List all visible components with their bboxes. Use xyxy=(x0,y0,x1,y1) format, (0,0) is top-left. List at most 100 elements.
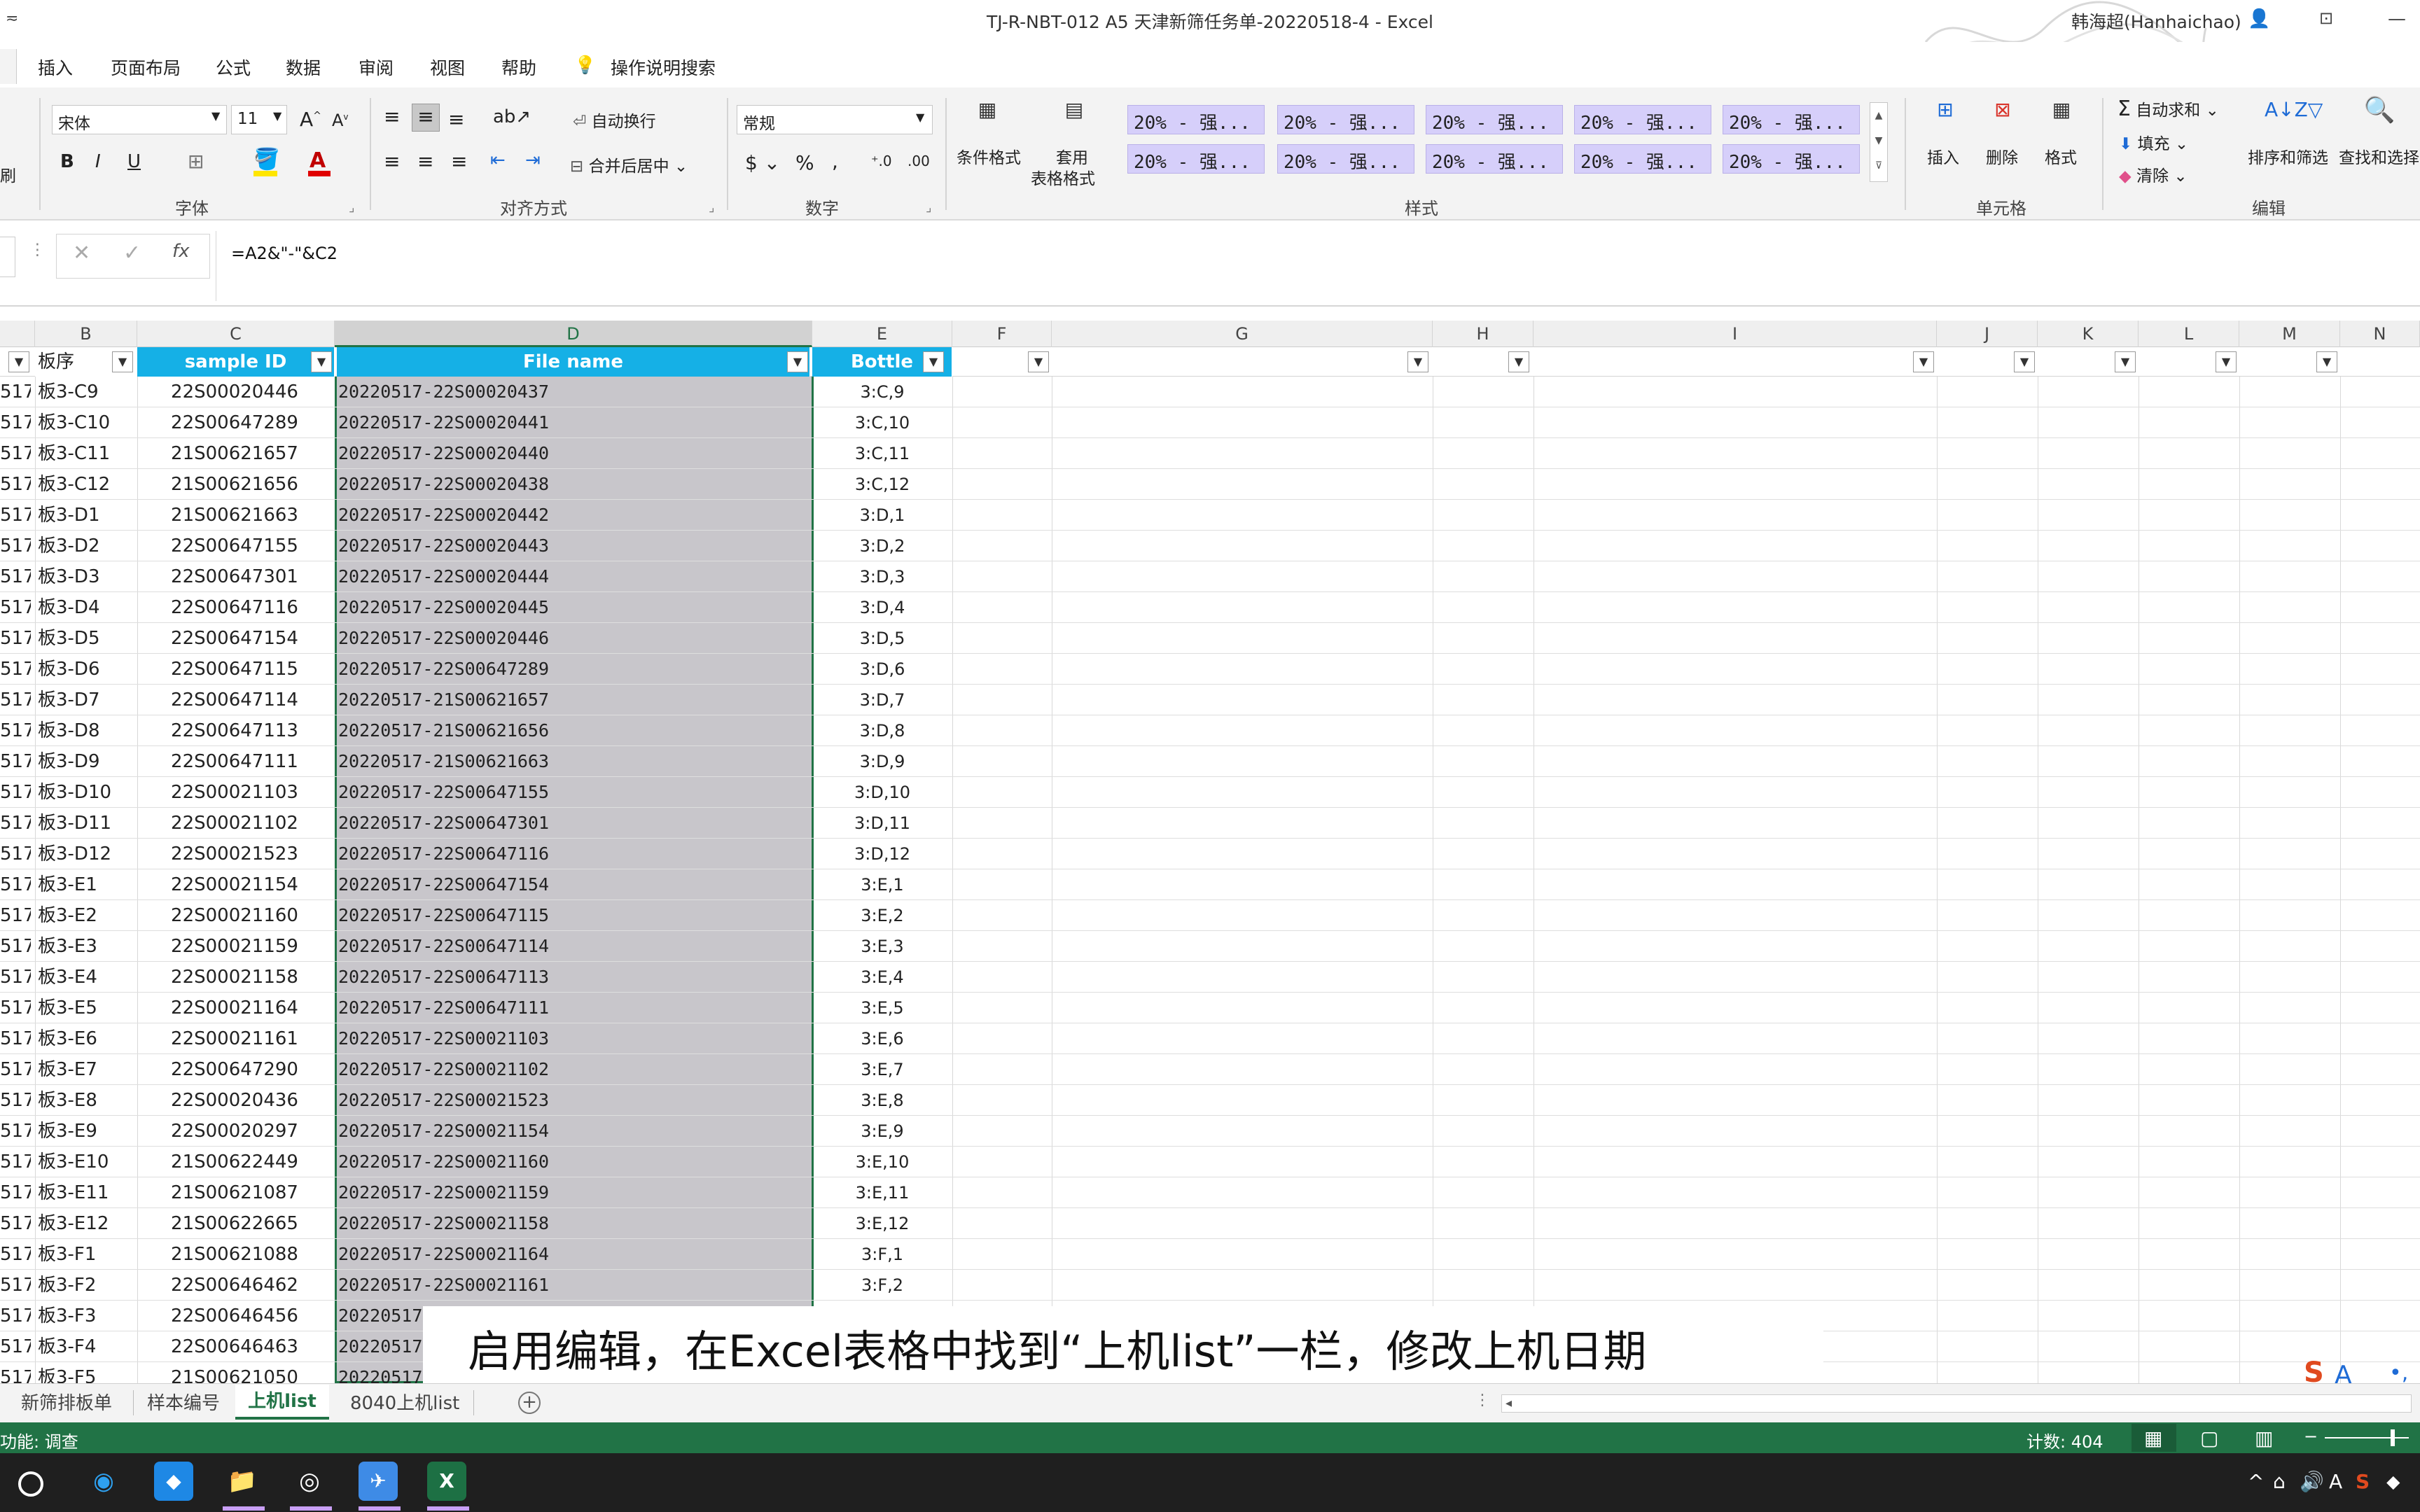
format-painter-stub[interactable]: 刷 xyxy=(0,162,16,186)
cell-style-accent[interactable]: 20% - 强... xyxy=(1723,144,1860,174)
cell-d[interactable]: 20220517-22S00647111 xyxy=(336,993,812,1023)
cell-c[interactable]: 22S00021159 xyxy=(137,931,332,962)
column-header-j[interactable]: J xyxy=(1937,321,2038,347)
cell-b[interactable]: 板3-D12 xyxy=(38,839,136,869)
cell-b[interactable]: 板3-D8 xyxy=(38,715,136,746)
cell-c[interactable]: 22S00021523 xyxy=(137,839,332,869)
filter-dropdown-icon[interactable]: ▼ xyxy=(1508,351,1529,372)
cell-d[interactable]: 20220517-22S00647116 xyxy=(336,839,812,869)
cell-e[interactable]: 3:D,8 xyxy=(812,715,952,746)
cell-a[interactable]: 517 xyxy=(0,407,31,438)
column-header-i[interactable]: I xyxy=(1534,321,1937,347)
cell-d[interactable]: 20220517-22S00020444 xyxy=(336,561,812,592)
filter-dropdown-icon[interactable]: ▼ xyxy=(311,351,332,372)
cell-a[interactable]: 517 xyxy=(0,931,31,962)
cell-b[interactable]: 板3-C11 xyxy=(38,438,136,469)
cell-b[interactable]: 板3-E8 xyxy=(38,1085,136,1116)
cell-a[interactable]: 517 xyxy=(0,1239,31,1270)
filter-dropdown-icon[interactable]: ▼ xyxy=(112,351,133,372)
cell-c[interactable]: 22S00647289 xyxy=(137,407,332,438)
cell-a[interactable]: 517 xyxy=(0,1147,31,1177)
cell-e[interactable]: 3:E,6 xyxy=(812,1023,952,1054)
filter-dropdown-icon[interactable]: ▼ xyxy=(8,351,29,372)
cell-d[interactable]: 20220517-22S00021161 xyxy=(336,1270,812,1301)
cell-e[interactable]: 3:E,9 xyxy=(812,1116,952,1147)
cell-e[interactable]: 3:E,10 xyxy=(812,1147,952,1177)
cell-b[interactable]: 板3-F4 xyxy=(38,1331,136,1362)
cell-c[interactable]: 22S00647111 xyxy=(137,746,332,777)
cell-c[interactable]: 21S00621657 xyxy=(137,438,332,469)
cell-a[interactable]: 517 xyxy=(0,438,31,469)
sheet-tab-active[interactable]: 上机list xyxy=(235,1385,329,1420)
cell-c[interactable]: 22S00647115 xyxy=(137,654,332,685)
cell-c[interactable]: 22S00647116 xyxy=(137,592,332,623)
file-explorer-icon[interactable]: 📁 xyxy=(223,1462,262,1501)
cell-a[interactable]: 517 xyxy=(0,469,31,500)
cell-d[interactable]: 20220517-22S00647289 xyxy=(336,654,812,685)
cell-d[interactable]: 20220517-22S00021164 xyxy=(336,1239,812,1270)
cell-d[interactable]: 20220517-22S00020445 xyxy=(336,592,812,623)
dialog-launcher-icon[interactable]: ⌟ xyxy=(709,200,714,215)
cell-c[interactable]: 22S00021154 xyxy=(137,869,332,900)
filter-dropdown-icon[interactable]: ▼ xyxy=(923,351,944,372)
user-name[interactable]: 韩海超(Hanhaichao) xyxy=(2071,8,2241,34)
cell-c[interactable]: 21S00621663 xyxy=(137,500,332,531)
cell-e[interactable]: 3:C,12 xyxy=(812,469,952,500)
cell-c[interactable]: 21S00621656 xyxy=(137,469,332,500)
cell-e[interactable]: 3:D,11 xyxy=(812,808,952,839)
cell-b[interactable]: 板3-F3 xyxy=(38,1301,136,1331)
cell-b[interactable]: 板3-E4 xyxy=(38,962,136,993)
bold-icon[interactable]: B xyxy=(60,151,74,172)
cell-e[interactable]: 3:E,12 xyxy=(812,1208,952,1239)
cell-b[interactable]: 板3-D5 xyxy=(38,623,136,654)
cell-style-accent[interactable]: 20% - 强... xyxy=(1723,105,1860,134)
column-header-m[interactable]: M xyxy=(2239,321,2340,347)
cell-b[interactable]: 板3-D1 xyxy=(38,500,136,531)
column-header-h[interactable]: H xyxy=(1433,321,1534,347)
formula-text[interactable]: =A2&"-"&C2 xyxy=(231,244,338,263)
cell-b[interactable]: 板3-E1 xyxy=(38,869,136,900)
cell-e[interactable]: 3:D,2 xyxy=(812,531,952,561)
tray-app-icon[interactable]: ⬥ xyxy=(2386,1470,2400,1494)
chevron-down-icon[interactable]: ▼ xyxy=(211,109,220,122)
cell-e[interactable]: 3:D,12 xyxy=(812,839,952,869)
input-mode-icon[interactable]: A xyxy=(2329,1470,2342,1493)
align-bottom-icon[interactable]: ≡ xyxy=(448,108,464,131)
align-right-icon[interactable]: ≡ xyxy=(451,150,467,173)
cell-c[interactable]: 22S00647290 xyxy=(137,1054,332,1085)
cell-d[interactable]: 20220517-22S00021158 xyxy=(336,1208,812,1239)
chevron-down-icon[interactable]: ▼ xyxy=(916,111,924,124)
cell-b[interactable]: 板3-D3 xyxy=(38,561,136,592)
menu-insert[interactable]: 插入 xyxy=(38,55,73,80)
currency-icon[interactable]: $ ⌄ xyxy=(745,151,780,174)
cell-c[interactable]: 22S00020436 xyxy=(137,1085,332,1116)
menu-help[interactable]: 帮助 xyxy=(501,55,536,80)
decrease-indent-icon[interactable]: ⇤ xyxy=(490,150,506,171)
cell-a[interactable]: 517 xyxy=(0,1301,31,1331)
cell-a[interactable]: 517 xyxy=(0,869,31,900)
find-search-icon[interactable]: 🔍 xyxy=(2358,95,2400,125)
format-cells-button[interactable]: 格式 xyxy=(2045,144,2077,168)
column-header-g[interactable]: G xyxy=(1052,321,1433,347)
align-middle-icon[interactable]: ≡ xyxy=(412,104,440,132)
volume-icon[interactable]: 🔊 xyxy=(2300,1470,2324,1493)
cell-d[interactable]: 20220517-21S00621656 xyxy=(336,715,812,746)
font-name-select[interactable]: 宋体 xyxy=(52,105,227,134)
sheet-tab-4[interactable]: 8040上机list xyxy=(350,1389,459,1415)
page-layout-icon[interactable]: ▢ xyxy=(2200,1427,2218,1450)
status-accessibility[interactable]: 功能: 调查 xyxy=(0,1428,78,1452)
cell-e[interactable]: 3:D,10 xyxy=(812,777,952,808)
cell-b[interactable]: 板3-D6 xyxy=(38,654,136,685)
cell-b[interactable]: 板3-D11 xyxy=(38,808,136,839)
cell-c[interactable]: 22S00647155 xyxy=(137,531,332,561)
italic-icon[interactable]: I xyxy=(95,151,101,172)
cell-c[interactable]: 22S00021158 xyxy=(137,962,332,993)
cell-e[interactable]: 3:E,5 xyxy=(812,993,952,1023)
cell-a[interactable]: 517 xyxy=(0,1362,31,1385)
align-left-icon[interactable]: ≡ xyxy=(384,150,400,173)
add-sheet-icon[interactable]: + xyxy=(518,1392,541,1414)
cell-c[interactable]: 22S00647154 xyxy=(137,623,332,654)
recorder-app-icon[interactable]: ◎ xyxy=(290,1462,329,1501)
cell-b[interactable]: 板3-D10 xyxy=(38,777,136,808)
cell-e[interactable]: 3:F,1 xyxy=(812,1239,952,1270)
